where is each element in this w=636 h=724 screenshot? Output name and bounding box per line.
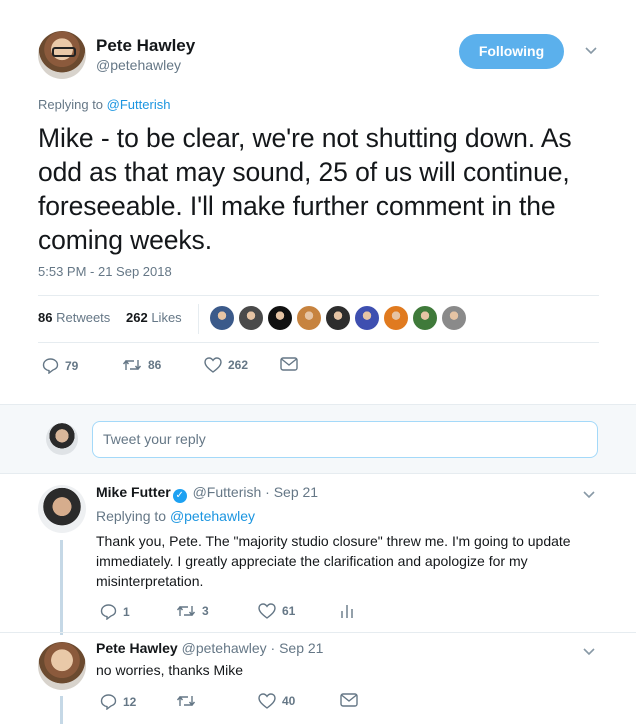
following-button[interactable]: Following xyxy=(459,34,564,69)
thread-line xyxy=(60,696,63,724)
reply-author-handle[interactable]: @Futterish xyxy=(193,484,262,500)
reply-action[interactable]: 12 xyxy=(100,693,136,710)
reply-author-name[interactable]: Mike Futter xyxy=(96,484,171,500)
liker-avatar[interactable] xyxy=(208,304,236,332)
like-action[interactable]: 262 xyxy=(204,357,248,373)
reply-action[interactable]: 79 xyxy=(42,357,78,374)
reply-text: Thank you, Pete. The "majority studio cl… xyxy=(96,533,571,589)
reply-input[interactable]: Tweet your reply xyxy=(92,421,598,458)
liker-avatar[interactable] xyxy=(382,304,410,332)
bar-chart-icon xyxy=(340,603,354,619)
stats-separator xyxy=(198,304,199,334)
reply-count: 12 xyxy=(123,694,137,709)
reply-actions: 12 40 xyxy=(100,693,380,713)
liker-avatar[interactable] xyxy=(295,304,323,332)
replying-prefix: Replying to xyxy=(96,508,167,524)
reply-count: 79 xyxy=(65,358,79,373)
reply-avatar[interactable] xyxy=(38,485,86,533)
tweet-actions: 79 86 262 xyxy=(42,357,322,377)
tweet-stats: 86 Retweets 262 Likes xyxy=(38,296,599,342)
liker-avatar[interactable] xyxy=(324,304,352,332)
retweet-icon xyxy=(122,357,142,373)
liker-avatar[interactable] xyxy=(266,304,294,332)
heart-icon xyxy=(258,693,276,709)
chevron-down-icon[interactable] xyxy=(582,644,596,661)
reply-composer: Tweet your reply xyxy=(0,404,636,474)
replying-prefix: Replying to xyxy=(38,97,104,112)
like-action[interactable]: 40 xyxy=(258,693,295,709)
message-action[interactable] xyxy=(340,693,358,707)
retweet-count: 86 xyxy=(148,358,162,372)
verified-icon: ✓ xyxy=(172,489,187,503)
envelope-icon xyxy=(280,357,298,371)
replying-to-link[interactable]: @Futterish xyxy=(107,97,171,112)
reply-avatar[interactable] xyxy=(38,642,86,690)
heart-icon xyxy=(258,603,276,619)
liker-avatar[interactable] xyxy=(411,304,439,332)
reply-icon xyxy=(100,693,117,710)
reply-author-handle[interactable]: @petehawley xyxy=(182,640,267,656)
reply-count: 1 xyxy=(123,604,130,619)
thread-line xyxy=(60,540,63,635)
heart-icon xyxy=(204,357,222,373)
retweet-action[interactable]: 3 xyxy=(176,603,209,619)
divider xyxy=(0,632,636,633)
liker-avatar[interactable] xyxy=(237,304,265,332)
liker-avatar[interactable] xyxy=(353,304,381,332)
retweets-count: 86 xyxy=(38,310,53,325)
reply-action[interactable]: 1 xyxy=(100,603,130,620)
reply-icon xyxy=(100,603,117,620)
retweet-action[interactable] xyxy=(176,693,202,709)
tweet-header: Pete Hawley @petehawley Following xyxy=(38,31,608,81)
retweet-action[interactable]: 86 xyxy=(122,357,161,373)
likes-count: 262 xyxy=(126,310,148,325)
liker-avatar[interactable] xyxy=(440,304,468,332)
reply-actions: 1 3 61 xyxy=(100,603,380,623)
reply-header: Mike Futter ✓ @Futterish · Sep 21 xyxy=(96,484,318,503)
retweet-icon xyxy=(176,693,196,709)
chevron-down-icon[interactable] xyxy=(582,487,596,504)
current-user-avatar xyxy=(46,423,78,455)
reply-date[interactable]: · Sep 21 xyxy=(265,484,318,500)
author-name[interactable]: Pete Hawley xyxy=(96,36,195,56)
reply-author-name[interactable]: Pete Hawley xyxy=(96,640,178,656)
retweets-stat[interactable]: 86 Retweets xyxy=(38,310,110,325)
likes-label: Likes xyxy=(151,310,182,325)
reply-replying-to: Replying to @petehawley xyxy=(96,508,255,524)
author-avatar[interactable] xyxy=(38,31,86,79)
retweets-label: Retweets xyxy=(56,310,111,325)
divider xyxy=(38,342,599,343)
likes-stat[interactable]: 262 Likes xyxy=(126,310,182,325)
replying-to-link[interactable]: @petehawley xyxy=(170,508,255,524)
reply-header: Pete Hawley @petehawley · Sep 21 xyxy=(96,640,323,656)
like-action[interactable]: 61 xyxy=(258,603,295,619)
reply-icon xyxy=(42,357,59,374)
analytics-action[interactable] xyxy=(340,603,354,619)
retweet-icon xyxy=(176,603,196,619)
tweet-text: Mike - to be clear, we're not shutting d… xyxy=(38,123,572,255)
author-handle[interactable]: @petehawley xyxy=(96,57,181,73)
chevron-down-icon[interactable] xyxy=(584,43,598,60)
reply-text: no worries, thanks Mike xyxy=(96,662,244,678)
reply-date[interactable]: · Sep 21 xyxy=(271,640,324,656)
message-action[interactable] xyxy=(280,357,298,371)
tweet-timestamp[interactable]: 5:53 PM - 21 Sep 2018 xyxy=(38,264,172,279)
retweet-count: 3 xyxy=(202,604,209,618)
like-count: 61 xyxy=(282,604,296,618)
replying-to: Replying to @Futterish xyxy=(38,97,170,112)
envelope-icon xyxy=(340,693,358,707)
like-count: 262 xyxy=(228,358,249,372)
like-count: 40 xyxy=(282,694,296,708)
